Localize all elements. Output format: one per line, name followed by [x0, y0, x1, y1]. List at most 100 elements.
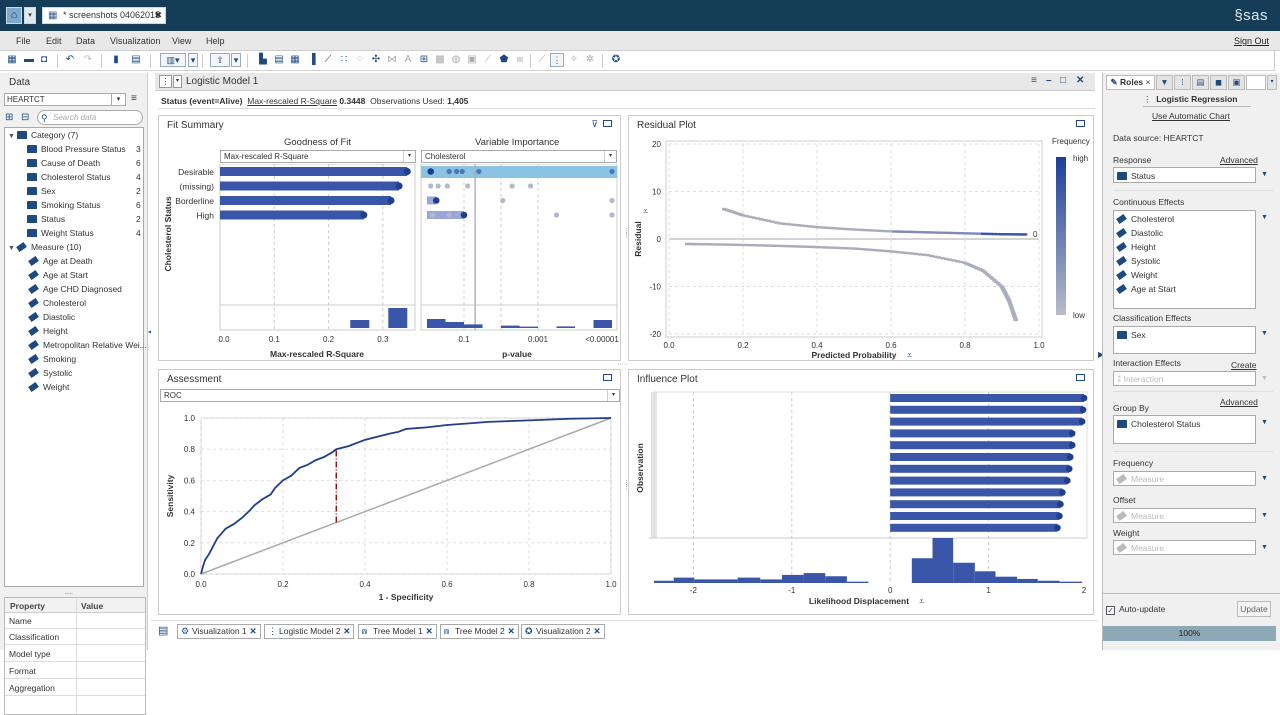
splitter-handle[interactable]: ····· [617, 361, 629, 368]
decision-tree-icon[interactable]: ⬟ [498, 54, 510, 66]
tab-visualization-1[interactable]: ⚙ Visualization 1 ✕ [177, 624, 261, 639]
tab-list-icon[interactable]: ▤ [158, 624, 168, 637]
frequency-dropdown-icon[interactable]: ▼ [1261, 475, 1268, 482]
open-folder-icon[interactable]: ▬ [23, 54, 35, 66]
data-item[interactable]: Diastolic [28, 311, 75, 323]
home-button[interactable]: ⌂ [6, 7, 22, 24]
variable-importance-select[interactable]: Cholesterol ▾ [421, 150, 617, 163]
tab-filters[interactable]: ▼ [1156, 75, 1173, 90]
redo-icon[interactable]: ↷ [82, 54, 94, 66]
sign-out-link[interactable]: Sign Out [1234, 36, 1269, 46]
histogram-chart-icon[interactable]: ▙ [257, 54, 269, 66]
splitter-handle[interactable]: ⋮ ⋮ [623, 228, 630, 239]
hierarchy-icon[interactable]: ⩎ [514, 54, 526, 66]
data-item[interactable]: Age at Death [28, 255, 93, 267]
tab-properties[interactable]: ⁞ [1174, 75, 1191, 90]
box-plot-icon[interactable]: ⊞ [418, 54, 430, 66]
interaction-effects-field[interactable]: ⁑ Interaction [1113, 371, 1256, 386]
treemap-icon[interactable]: ▣ [466, 54, 478, 66]
data-item[interactable]: Age CHD Diagnosed [28, 283, 122, 295]
auto-update-checkbox[interactable]: ✓ Auto-update [1106, 604, 1165, 615]
data-item[interactable]: Cause of Death 6 [27, 158, 163, 168]
menu-visualization[interactable]: Visualization [110, 36, 160, 46]
line-chart-icon[interactable]: ⟋ [322, 54, 334, 66]
response-dropdown-icon[interactable]: ▼ [1261, 171, 1268, 178]
maximize-icon[interactable] [1076, 120, 1085, 127]
filter-icon[interactable]: ≡ [1031, 75, 1037, 86]
data-menu-icon[interactable]: ≡ [131, 93, 137, 104]
maximize-icon[interactable] [603, 120, 612, 127]
maximize-icon[interactable] [603, 374, 612, 381]
close-tab-icon[interactable]: ✕ [343, 625, 350, 638]
menu-file[interactable]: File [16, 36, 31, 46]
chevron-down-icon[interactable]: ▾ [607, 390, 619, 401]
tabs-overflow-button[interactable]: ▾ [1267, 75, 1277, 90]
tab-visualization-2[interactable]: ✪ Visualization 2 ✕ [521, 624, 605, 639]
menu-edit[interactable]: Edit [46, 36, 62, 46]
goodness-of-fit-select[interactable]: Max-rescaled R-Square ▾ [220, 150, 416, 163]
group-by-field[interactable]: Cholesterol Status [1113, 415, 1256, 444]
tab-tree-model-2[interactable]: ⩎ Tree Model 2 ✕ [440, 624, 519, 639]
fit-metric-link[interactable]: Max-rescaled R-Square [247, 96, 337, 106]
groupby-dropdown-icon[interactable]: ▼ [1261, 419, 1268, 426]
search-data-input[interactable]: ⚲ Search data [37, 110, 143, 125]
collapse-all-icon[interactable]: ⊟ [21, 112, 29, 123]
export-dropdown-arrow[interactable]: ▾ [231, 53, 241, 67]
data-source-select[interactable]: HEARTCT ▾ [4, 93, 126, 106]
continuous-dropdown-icon[interactable]: ▼ [1261, 214, 1268, 221]
data-item[interactable]: Blood Pressure Status 3 [27, 144, 163, 154]
assessment-select[interactable]: ROC ▾ [160, 389, 620, 402]
data-item[interactable]: Height [28, 325, 68, 337]
maximize-icon[interactable] [1076, 374, 1085, 381]
line-icon[interactable]: ⟋ [482, 54, 494, 66]
menu-data[interactable]: Data [76, 36, 95, 46]
offset-dropdown-icon[interactable]: ▼ [1261, 512, 1268, 519]
data-item[interactable]: Systolic [28, 367, 72, 379]
tree-group-category[interactable]: ▼ Category (7) [8, 130, 78, 140]
save-icon[interactable]: ◘ [38, 54, 50, 66]
close-tab-icon[interactable]: ✕ [426, 625, 433, 638]
response-advanced-link[interactable]: Advanced [1220, 155, 1258, 165]
close-tab-icon[interactable]: ✕ [508, 625, 515, 638]
tab-ranks[interactable]: ▣ [1228, 75, 1245, 90]
data-dropdown-arrow[interactable]: ▾ [188, 53, 198, 67]
close-icon[interactable]: ✕ [1076, 75, 1084, 86]
weight-field[interactable]: Measure [1113, 540, 1256, 555]
frequency-field[interactable]: Measure [1113, 471, 1256, 486]
data-item[interactable]: Metropolitan Relative Wei... [28, 339, 147, 351]
create-interaction-link[interactable]: Create [1231, 360, 1257, 370]
data-item[interactable]: Cholesterol [28, 297, 86, 309]
use-automatic-chart-link[interactable]: Use Automatic Chart [1152, 111, 1230, 121]
data-item[interactable]: Sex 2 [27, 186, 163, 196]
geo-map-icon[interactable]: ◍ [450, 54, 462, 66]
glm-icon[interactable]: ✧ [568, 54, 580, 66]
visualization-menu-button[interactable]: ▾ [173, 75, 182, 88]
bar-chart-icon[interactable]: ▐ [306, 54, 318, 66]
bubble-plot-icon[interactable]: ⁘ [354, 54, 366, 66]
offset-field[interactable]: Measure [1113, 508, 1256, 523]
cluster-icon[interactable]: ✲ [584, 54, 596, 66]
response-field[interactable]: Status [1113, 167, 1256, 183]
chevron-down-icon[interactable]: ▾ [403, 151, 415, 162]
scatter-plot-icon[interactable]: ∷ [338, 54, 350, 66]
close-document-icon[interactable]: ✖ [154, 8, 162, 23]
tab-logistic-model-2[interactable]: ⋮ Logistic Model 2 ✕ [264, 624, 355, 639]
continuous-effects-field[interactable]: Cholesterol Diastolic Height Systolic We… [1113, 210, 1256, 309]
data-item[interactable]: Status 2 [27, 214, 163, 224]
tab-styles[interactable]: ▤ [1192, 75, 1209, 90]
tab-comments[interactable]: ◼ [1210, 75, 1227, 90]
minimize-icon[interactable]: – [1046, 75, 1052, 86]
correlation-icon[interactable]: ⋈ [386, 54, 398, 66]
data-item[interactable]: Cholesterol Status 4 [27, 172, 163, 182]
network-icon[interactable]: ✣ [370, 54, 382, 66]
model-comparison-icon[interactable]: ✪ [610, 54, 622, 66]
data-dropdown-button[interactable]: ▥▾ [160, 53, 186, 67]
check-icon[interactable]: ✓ [1106, 606, 1115, 615]
close-tab-icon[interactable]: ✕ [594, 625, 601, 638]
tab-roles[interactable]: ✎ Roles × [1106, 75, 1155, 90]
table-icon[interactable]: ▤ [273, 54, 285, 66]
data-item[interactable]: Age at Start [28, 269, 88, 281]
document-tab[interactable]: ▦ * screenshots 04062015 ✖ [42, 7, 166, 24]
data-item[interactable]: Smoking Status 6 [27, 200, 163, 210]
interaction-dropdown-icon[interactable]: ▼ [1261, 375, 1268, 382]
